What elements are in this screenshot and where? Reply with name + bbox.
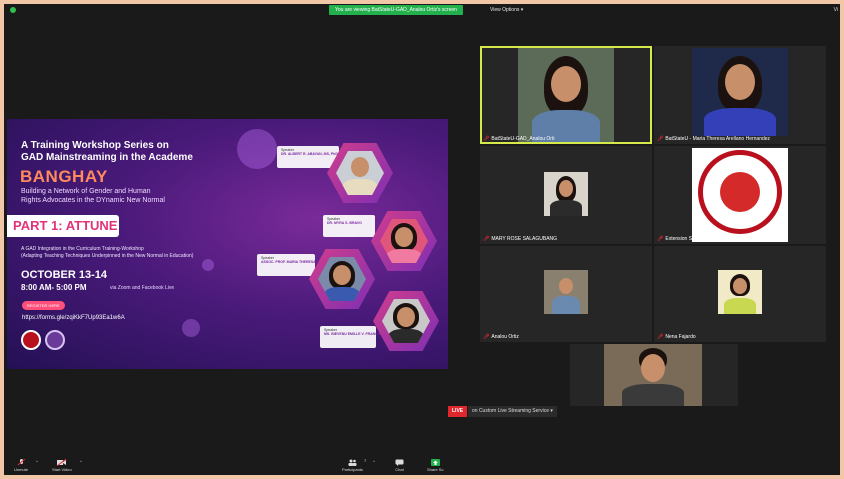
start-video-label: Start Video	[52, 467, 72, 472]
mic-muted-icon: 🎤︎	[657, 236, 664, 242]
speaker-photo-4	[373, 291, 439, 351]
batstateu-logo-icon	[21, 330, 41, 350]
slide-subtitle-line2: Rights Advocates in the DYnamic New Norm…	[21, 197, 165, 204]
slide-title-line1: A Training Workshop Series on	[21, 140, 169, 151]
meeting-toolbar: Unmute ^ Start Video ^ Participants 7 ^ …	[4, 458, 840, 475]
share-screen-icon	[430, 459, 440, 466]
video-off-icon	[57, 459, 67, 466]
participant-video	[544, 270, 588, 314]
speaker-photo-3	[309, 249, 375, 309]
slide-subtitle-line1: Building a Network of Gender and Human	[21, 188, 151, 195]
unmute-label: Unmute	[14, 467, 29, 472]
slide-date: OCTOBER 13-14	[21, 269, 107, 281]
view-options-label: View Options	[490, 7, 520, 13]
slide-title-line2: GAD Mainstreaming in the Academe	[21, 152, 193, 163]
participant-name: 🎤︎ Extension Services Office-BatStateU	[657, 236, 747, 242]
mic-muted-icon: 🎤︎	[483, 334, 490, 340]
live-stream-label: on Custom Live Streaming Service ▾	[468, 406, 557, 417]
video-tile[interactable]: 🎤︎ Nena Fajardo	[654, 246, 826, 342]
participant-video	[604, 344, 702, 406]
participant-name-text: BatStateU - Maria Theresa Arellano Herna…	[665, 136, 771, 142]
live-stream-text: on Custom Live Streaming Service	[472, 408, 549, 414]
participant-video	[718, 270, 762, 314]
seal-center-icon	[720, 172, 760, 212]
view-options-button[interactable]: View Options ▾	[486, 5, 527, 15]
participants-options-chevron-icon[interactable]: ^	[373, 459, 375, 464]
participant-video	[518, 48, 614, 142]
participant-name-text: Extension Services Office-BatStateU	[665, 236, 747, 242]
view-mode-button[interactable]: Vi	[834, 5, 838, 15]
participant-name-text: Analou Ortiz	[491, 334, 519, 340]
speaker-card-3: Speaker ASSOC. PROF. MARIA THERESA G. HER…	[257, 254, 343, 276]
participants-label: Participants	[342, 467, 363, 472]
shared-screen-slide: A Training Workshop Series on GAD Mainst…	[7, 119, 448, 369]
gad-logo-icon	[45, 330, 65, 350]
slide-register-badge: REGISTER HERE	[22, 301, 65, 310]
viewing-screen-banner: You are viewing BatStateU-GAD_Analou Ort…	[329, 5, 463, 15]
participant-name: 🎤︎ BatStateU-GAD_Analou Orti	[483, 136, 554, 142]
start-video-button[interactable]: Start Video	[52, 459, 72, 472]
slide-part-label: PART 1: ATTUNE	[13, 218, 118, 233]
speaker-name: DR. ALBERT R. ABAYAN, MS, PhD	[281, 152, 338, 156]
zoom-window: You are viewing BatStateU-GAD_Analou Ort…	[4, 4, 840, 475]
speaker-photo-2	[371, 211, 437, 271]
slide-desc-line2: (Adapting Teaching Techniques Underpinne…	[21, 253, 194, 259]
participants-icon	[348, 459, 357, 466]
mic-muted-icon: 🎤︎	[483, 136, 490, 142]
participant-name: 🎤︎ Analou Ortiz	[483, 334, 519, 340]
decor-circle	[202, 259, 214, 271]
participant-video	[692, 48, 788, 136]
audio-options-chevron-icon[interactable]: ^	[36, 459, 38, 464]
video-tile[interactable]: 🎤︎ MARY ROSE SALAGUBANG	[480, 146, 652, 244]
chevron-down-icon: ▾	[520, 7, 524, 13]
video-tile[interactable]: 🎤︎ Analou Ortiz	[480, 246, 652, 342]
speaker-card-1: Speaker DR. ALBERT R. ABAYAN, MS, PhD	[277, 146, 339, 168]
unmute-button[interactable]: Unmute	[14, 459, 28, 472]
participant-name-text: Nena Fajardo	[665, 334, 696, 340]
mic-muted-icon: 🎤︎	[657, 136, 664, 142]
slide-url: https://forms.gle/zqiKkF7Up93Ea1w6A	[22, 315, 125, 321]
mic-muted-icon	[17, 459, 25, 466]
live-badge: LIVE	[448, 406, 468, 417]
chevron-down-icon: ▾	[550, 408, 553, 414]
speaker-name: DR. MYRA S. BRAVO	[327, 221, 362, 225]
speaker-name: MS. BIEVENU EMILLE V. FRANCISCO	[324, 332, 387, 336]
decor-circle	[237, 129, 277, 169]
slide-banghay: BANGHAY	[20, 167, 108, 186]
participant-name: 🎤︎ MARY ROSE SALAGUBANG	[483, 236, 557, 242]
slide-desc-line1: A GAD Integration in the Curriculum Trai…	[21, 246, 144, 252]
participant-name: 🎤︎ Nena Fajardo	[657, 334, 696, 340]
share-screen-label: Share Sc	[427, 467, 444, 472]
speaker-card-2: Speaker DR. MYRA S. BRAVO	[323, 215, 375, 237]
slide-part-box: PART 1: ATTUNE	[7, 215, 119, 237]
mic-muted-icon: 🎤︎	[657, 334, 664, 340]
security-shield-icon[interactable]	[10, 7, 16, 13]
participant-name: 🎤︎ BatStateU - Maria Theresa Arellano Her…	[657, 136, 770, 142]
slide-time: 8:00 AM- 5:00 PM	[21, 283, 87, 292]
slide-via: via Zoom and Facebook Live	[110, 285, 175, 291]
video-tile[interactable]: 🎤︎ Extension Services Office-BatStateU	[654, 146, 826, 244]
video-options-chevron-icon[interactable]: ^	[80, 459, 82, 464]
participant-video	[544, 172, 588, 216]
participant-video	[692, 148, 788, 242]
chat-label: Chat	[395, 467, 404, 472]
participants-button[interactable]: Participants	[342, 459, 363, 472]
chat-button[interactable]: Chat	[395, 459, 404, 472]
video-tile[interactable]	[570, 344, 738, 406]
participants-count: 7	[364, 458, 367, 463]
share-screen-button[interactable]: Share Sc	[427, 459, 443, 472]
participant-name-text: BatStateU-GAD_Analou Orti	[491, 136, 555, 142]
chat-icon	[395, 459, 404, 466]
video-tile[interactable]: 🎤︎ BatStateU - Maria Theresa Arellano Her…	[654, 46, 826, 144]
video-tile[interactable]: 🎤︎ BatStateU-GAD_Analou Orti	[480, 46, 652, 144]
participant-name-text: MARY ROSE SALAGUBANG	[491, 236, 558, 242]
decor-circle	[182, 319, 200, 337]
mic-muted-icon: 🎤︎	[483, 236, 490, 242]
speaker-card-4: Speaker MS. BIEVENU EMILLE V. FRANCISCO	[320, 326, 386, 348]
top-bar: You are viewing BatStateU-GAD_Analou Ort…	[4, 4, 840, 16]
